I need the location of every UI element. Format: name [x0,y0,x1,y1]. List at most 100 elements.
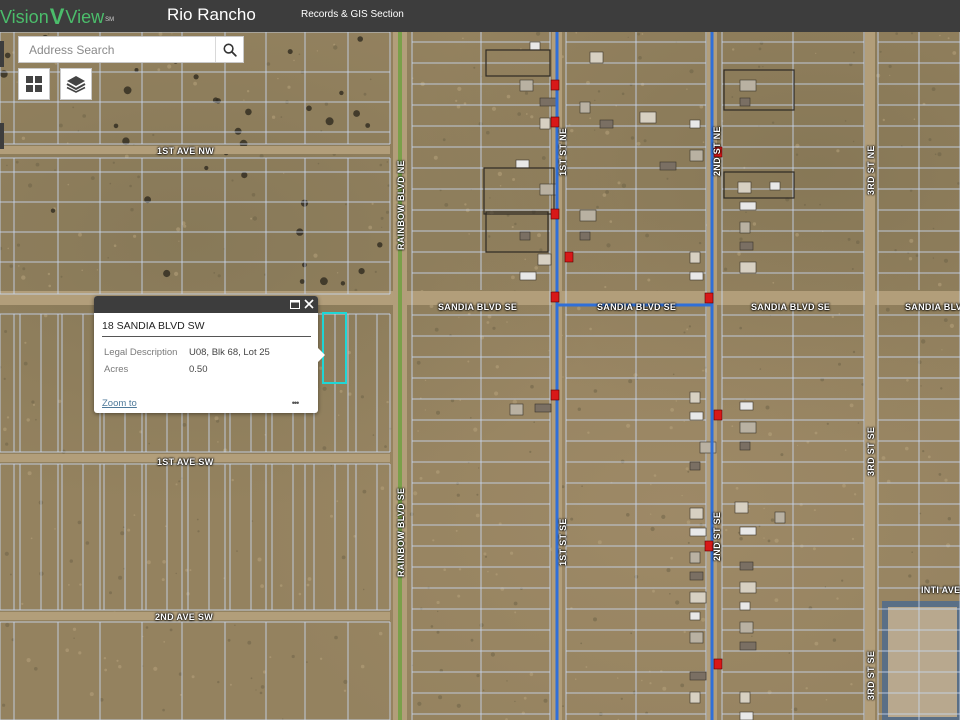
house [579,231,591,241]
terrain-speck [137,175,141,179]
terrain-speck [908,257,913,261]
terrain-speck [112,161,115,164]
terrain-speck [116,659,119,662]
search-button[interactable] [215,37,243,62]
terrain-speck [130,208,134,212]
terrain-speck [7,247,9,250]
terrain-speck [913,118,916,120]
road-label-1st-ave-nw: 1ST AVE NW [157,146,215,156]
house [769,181,781,191]
terrain-speck [293,59,295,62]
terrain-speck [597,90,601,93]
terrain-speck [5,442,9,446]
terrain-speck [118,665,122,669]
terrain-speck [255,689,257,691]
terrain-speck [795,233,799,237]
terrain-speck [525,113,528,115]
road-label-1st-st-se: 1ST ST SE [558,518,568,566]
terrain-speck [231,478,234,482]
terrain-speck [333,45,338,50]
terrain-speck [681,494,683,497]
side-panel-tab-1[interactable] [0,41,4,67]
terrain-speck [852,140,855,143]
terrain-speck [306,661,308,663]
field-name-legal-description: Legal Description [104,347,178,358]
hydrant-marker [564,251,574,263]
terrain-speck [881,456,886,460]
terrain-speck [597,540,602,545]
terrain-speck [468,233,470,235]
terrain-speck [511,275,515,280]
terrain-speck [236,550,238,552]
road-label-sandia-blvd-se-3: SANDIA BLVD SE [751,302,831,312]
terrain-speck [338,414,340,416]
terrain-speck [35,418,37,421]
more-actions-button[interactable]: ••• [286,397,304,409]
terrain-speck [133,514,136,516]
shrub [50,208,56,213]
terrain-speck [702,141,705,143]
terrain-speck [596,205,599,209]
terrain-speck [514,222,517,226]
terrain-speck [486,130,490,135]
side-panel-tab-2[interactable] [0,123,4,149]
terrain-speck [5,622,10,628]
house [739,441,751,451]
terrain-speck [380,216,384,220]
terrain-speck [363,588,365,591]
terrain-speck [548,350,550,352]
terrain-speck [943,318,948,322]
terrain-speck [620,697,623,700]
house [689,591,707,604]
terrain-speck [685,467,689,471]
terrain-speck [152,133,155,137]
terrain-speck [369,78,372,81]
terrain-speck [343,679,348,685]
zoom-to-link[interactable]: Zoom to [102,398,137,410]
logo-vision-text: Vision [0,7,49,27]
terrain-speck [487,570,489,573]
terrain-speck [417,701,422,706]
terrain-speck [626,423,631,428]
terrain-speck [662,686,667,691]
grid-icon [26,76,42,92]
terrain-speck [476,674,480,678]
terrain-speck [765,405,770,410]
popup-maximize-button[interactable] [288,297,302,311]
fence [723,171,795,199]
terrain-speck [176,227,181,232]
terrain-speck [889,74,891,76]
house [689,149,704,162]
house [689,527,707,537]
terrain-speck [838,313,841,315]
terrain-speck [739,537,743,541]
terrain-speck [492,326,496,330]
terrain-speck [283,172,285,174]
terrain-speck [379,163,383,167]
terrain-speck [436,410,440,415]
basemap-gallery-button[interactable] [18,68,50,100]
terrain-speck [928,138,932,142]
terrain-speck [529,672,534,677]
terrain-speck [946,543,951,548]
fence [485,211,549,253]
terrain-speck [894,249,897,252]
address-search-input[interactable] [19,37,217,62]
terrain-speck [803,203,806,206]
terrain-speck [298,53,301,56]
terrain-speck [909,238,914,243]
terrain-speck [341,555,346,560]
hydrant-marker [550,291,560,303]
popup-close-button[interactable] [302,297,316,311]
terrain-speck [506,680,508,682]
terrain-speck [491,106,497,111]
shrub [0,70,8,78]
terrain-speck [921,339,926,344]
terrain-speck [163,641,166,643]
house [739,401,754,411]
house [689,391,701,404]
layer-list-button[interactable] [60,68,92,100]
terrain-speck [524,91,529,95]
terrain-speck [943,258,949,263]
terrain-speck [279,584,283,587]
